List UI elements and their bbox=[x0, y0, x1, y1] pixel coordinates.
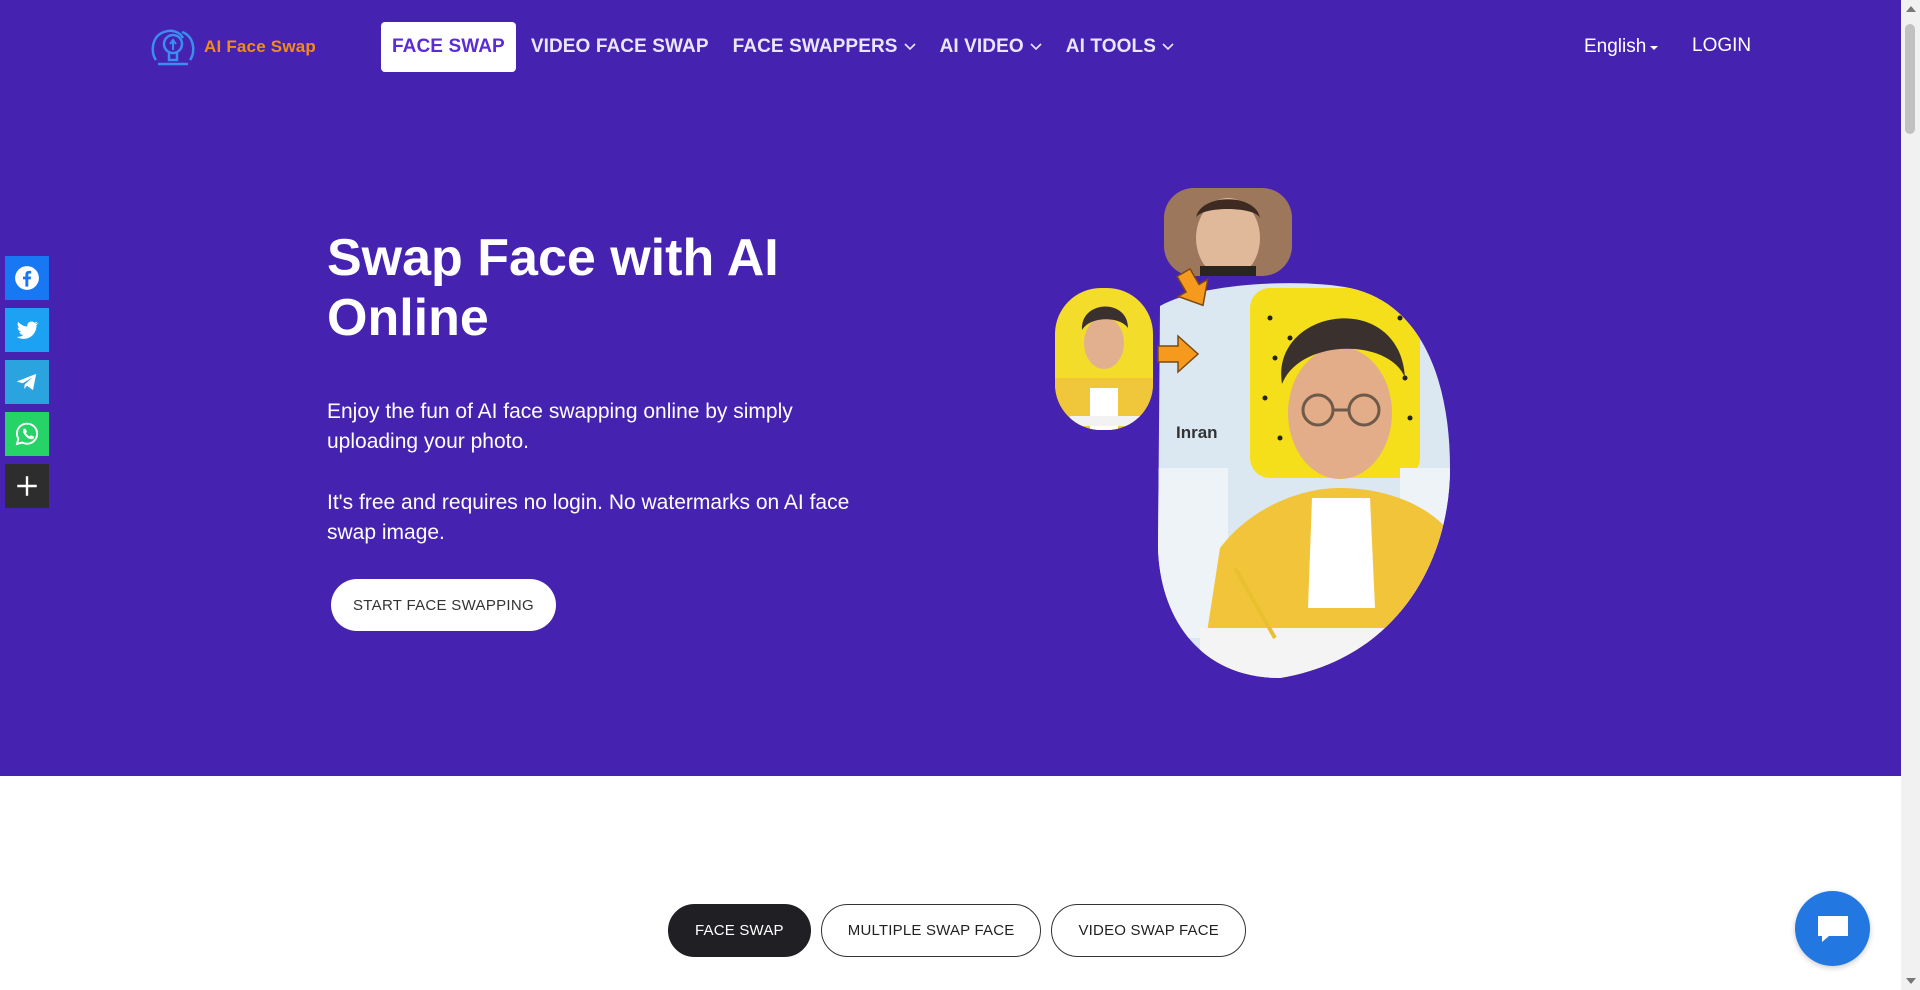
tab-face-swap[interactable]: FACE SWAP bbox=[668, 904, 811, 957]
nav-label: FACE SWAPPERS bbox=[732, 36, 898, 57]
facebook-icon bbox=[15, 266, 39, 290]
nav-face-swap[interactable]: FACE SWAP bbox=[381, 22, 516, 72]
artwork-label: Inran bbox=[1176, 423, 1218, 442]
site-logo[interactable]: AI Face Swap bbox=[148, 26, 316, 68]
nav-ai-video[interactable]: AI VIDEO bbox=[928, 22, 1054, 72]
tab-video-swap-face[interactable]: VIDEO SWAP FACE bbox=[1051, 904, 1247, 957]
hero-title: Swap Face with AI Online bbox=[327, 229, 779, 347]
nav-label: FACE SWAP bbox=[392, 36, 505, 57]
scrollbar-thumb[interactable] bbox=[1905, 24, 1915, 134]
more-share-button[interactable] bbox=[5, 464, 49, 508]
social-share-bar bbox=[5, 256, 49, 508]
scroll-up-arrow-icon[interactable] bbox=[1906, 6, 1916, 12]
twitter-share-button[interactable] bbox=[5, 308, 49, 352]
nav-ai-tools[interactable]: AI TOOLS bbox=[1054, 22, 1186, 72]
tab-multiple-swap-face[interactable]: MULTIPLE SWAP FACE bbox=[820, 904, 1042, 957]
nav-label: AI TOOLS bbox=[1065, 36, 1156, 57]
language-label: English bbox=[1584, 36, 1647, 57]
plus-icon bbox=[17, 476, 37, 496]
chevron-down-icon bbox=[904, 43, 916, 51]
whatsapp-share-button[interactable] bbox=[5, 412, 49, 456]
page-scrollbar[interactable] bbox=[1901, 0, 1920, 990]
page: AI Face Swap FACE SWAP VIDEO FACE SWAP F… bbox=[0, 0, 1920, 990]
hero-description: Enjoy the fun of AI face swapping online… bbox=[327, 400, 793, 453]
logo-text: AI Face Swap bbox=[204, 37, 316, 56]
caret-down-icon bbox=[1650, 46, 1659, 50]
brain-head-icon bbox=[151, 29, 195, 66]
language-selector[interactable]: English bbox=[1584, 36, 1659, 58]
swap-mode-tabs: FACE SWAP MULTIPLE SWAP FACE VIDEO SWAP … bbox=[668, 904, 1247, 957]
telegram-share-button[interactable] bbox=[5, 360, 49, 404]
hero-section: AI Face Swap FACE SWAP VIDEO FACE SWAP F… bbox=[0, 0, 1901, 776]
login-link[interactable]: LOGIN bbox=[1692, 35, 1751, 57]
start-face-swapping-button[interactable]: START FACE SWAPPING bbox=[331, 579, 556, 631]
facebook-share-button[interactable] bbox=[5, 256, 49, 300]
main-nav: FACE SWAP VIDEO FACE SWAP FACE SWAPPERS … bbox=[381, 22, 1186, 72]
chevron-down-icon bbox=[1030, 43, 1042, 51]
nav-face-swappers[interactable]: FACE SWAPPERS bbox=[721, 22, 928, 72]
chat-bubble-icon bbox=[1817, 915, 1848, 942]
twitter-icon bbox=[16, 321, 39, 339]
chevron-down-icon bbox=[1162, 43, 1174, 51]
telegram-icon bbox=[16, 373, 37, 391]
nav-label: VIDEO FACE SWAP bbox=[530, 36, 709, 57]
nav-video-face-swap[interactable]: VIDEO FACE SWAP bbox=[519, 22, 721, 72]
hero-subdescription: It's free and requires no login. No wate… bbox=[327, 491, 850, 544]
whatsapp-icon bbox=[15, 422, 39, 446]
nav-label: AI VIDEO bbox=[939, 36, 1024, 57]
hero-illustration: Inran bbox=[1055, 188, 1450, 678]
scroll-down-arrow-icon[interactable] bbox=[1906, 978, 1916, 984]
chat-widget-button[interactable] bbox=[1795, 891, 1870, 966]
